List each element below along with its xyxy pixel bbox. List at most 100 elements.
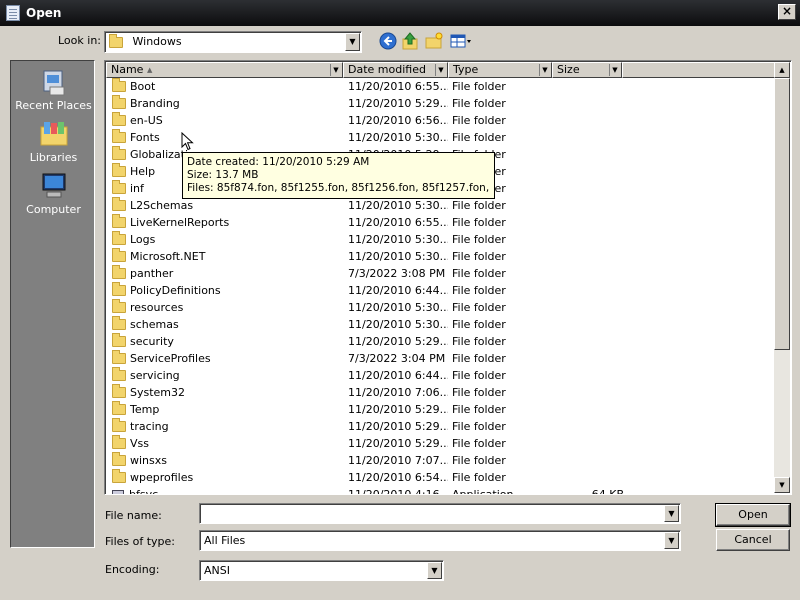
notepad-icon xyxy=(6,5,20,21)
encoding-dropdown[interactable]: ANSI ▼ xyxy=(199,560,444,581)
file-date-cell: 11/20/2010 5:29... xyxy=(348,403,448,416)
column-type-label: Type xyxy=(453,63,479,76)
sort-ascending-icon: ▲ xyxy=(147,66,153,74)
file-row[interactable]: Branding 11/20/2010 5:29... File folder xyxy=(106,95,776,112)
column-size[interactable]: Size ▼ xyxy=(552,62,622,78)
file-type-cell: File folder xyxy=(452,267,506,280)
file-date-cell: 11/20/2010 7:06... xyxy=(348,386,448,399)
file-list[interactable]: Name ▲ ▼ Date modified ▼ Type ▼ Size ▼ B… xyxy=(104,60,792,495)
folder-icon xyxy=(112,163,126,177)
file-type-cell: File folder xyxy=(452,301,506,314)
up-folder-icon[interactable] xyxy=(400,31,420,51)
file-row[interactable]: tracing 11/20/2010 5:29... File folder xyxy=(106,418,776,435)
scroll-up-button[interactable]: ▲ xyxy=(774,62,790,78)
file-name-input[interactable]: ▼ xyxy=(199,503,681,524)
file-row[interactable]: ServiceProfiles 7/3/2022 3:04 PM File fold… xyxy=(106,350,776,367)
column-name[interactable]: Name ▲ ▼ xyxy=(106,62,343,78)
files-of-type-dropdown[interactable]: All Files ▼ xyxy=(199,530,681,551)
file-row[interactable]: Logs 11/20/2010 5:30... File folder xyxy=(106,231,776,248)
file-row[interactable]: Fonts 11/20/2010 5:30... File folder xyxy=(106,129,776,146)
file-type-cell: File folder xyxy=(452,80,506,93)
file-name-text: Vss xyxy=(130,437,149,450)
file-name-text: Fonts xyxy=(130,131,160,144)
file-row[interactable]: panther 7/3/2022 3:08 PM File folder xyxy=(106,265,776,282)
file-row[interactable]: Microsoft.NET 11/20/2010 5:30... File fold… xyxy=(106,248,776,265)
chevron-down-icon[interactable]: ▼ xyxy=(345,33,360,51)
chevron-down-icon[interactable]: ▼ xyxy=(330,64,341,76)
folder-icon xyxy=(112,469,126,483)
file-name-text: L2Schemas xyxy=(130,199,194,212)
file-date-cell: 11/20/2010 5:30... xyxy=(348,250,448,263)
file-row[interactable]: wpeprofiles 11/20/2010 6:54... File folder xyxy=(106,469,776,486)
file-type-cell: File folder xyxy=(452,284,506,297)
file-name-text: en-US xyxy=(130,114,163,127)
chevron-down-icon[interactable]: ▼ xyxy=(427,562,442,579)
cancel-button[interactable]: Cancel xyxy=(716,529,790,551)
tooltip-files: Files: 85f874.fon, 85f1255.fon, 85f1256.… xyxy=(187,182,490,194)
file-row[interactable]: Temp 11/20/2010 5:29... File folder xyxy=(106,401,776,418)
place-label: Libraries xyxy=(29,151,78,164)
scroll-thumb[interactable] xyxy=(774,78,790,350)
chevron-down-icon[interactable]: ▼ xyxy=(664,505,679,522)
folder-icon xyxy=(112,180,126,194)
file-row[interactable]: PolicyDefinitions 11/20/2010 6:44... File … xyxy=(106,282,776,299)
column-filler xyxy=(622,62,776,78)
file-type-cell: File folder xyxy=(452,233,506,246)
file-type-cell: File folder xyxy=(452,131,506,144)
file-date-cell: 11/20/2010 6:54... xyxy=(348,471,448,484)
scroll-down-button[interactable]: ▼ xyxy=(774,477,790,493)
close-button[interactable]: × xyxy=(778,4,796,20)
back-icon[interactable] xyxy=(378,32,398,52)
file-row[interactable]: resources 11/20/2010 5:30... File folder xyxy=(106,299,776,316)
file-name-cell: resources xyxy=(112,299,347,316)
file-name-text: Boot xyxy=(130,80,156,93)
file-row[interactable]: System32 11/20/2010 7:06... File folder xyxy=(106,384,776,401)
chevron-down-icon[interactable]: ▼ xyxy=(609,64,620,76)
column-date-modified[interactable]: Date modified ▼ xyxy=(343,62,448,78)
file-row[interactable]: winsxs 11/20/2010 7:07... File folder xyxy=(106,452,776,469)
file-name-text: PolicyDefinitions xyxy=(130,284,221,297)
open-button[interactable]: Open xyxy=(715,503,791,527)
place-computer[interactable]: Computer xyxy=(11,171,96,216)
file-name-text: Branding xyxy=(130,97,180,110)
title-bar: Open × xyxy=(0,0,800,26)
place-label: Computer xyxy=(26,203,81,216)
file-date-cell: 11/20/2010 5:30... xyxy=(348,199,448,212)
folder-icon xyxy=(112,146,126,160)
file-row[interactable]: Vss 11/20/2010 5:29... File folder xyxy=(106,435,776,452)
file-name-cell: L2Schemas xyxy=(112,197,347,214)
new-folder-icon[interactable] xyxy=(424,31,444,51)
folder-icon xyxy=(112,231,126,245)
folder-icon xyxy=(112,78,126,92)
chevron-down-icon[interactable]: ▼ xyxy=(664,532,679,549)
file-row[interactable]: LiveKernelReports 11/20/2010 6:55... File … xyxy=(106,214,776,231)
column-header: Name ▲ ▼ Date modified ▼ Type ▼ Size ▼ xyxy=(106,62,776,78)
chevron-down-icon[interactable]: ▼ xyxy=(539,64,550,76)
file-type-cell: File folder xyxy=(452,454,506,467)
file-name-cell: Temp xyxy=(112,401,347,418)
file-date-cell: 11/20/2010 7:07... xyxy=(348,454,448,467)
file-row[interactable]: schemas 11/20/2010 5:30... File folder xyxy=(106,316,776,333)
look-in-dropdown[interactable]: Windows ▼ xyxy=(104,31,362,53)
folder-icon xyxy=(112,248,126,262)
file-name-cell: System32 xyxy=(112,384,347,401)
vertical-scrollbar[interactable]: ▲ ▼ xyxy=(774,62,790,493)
file-row[interactable]: Boot 11/20/2010 6:55... File folder xyxy=(106,78,776,95)
file-row[interactable]: en-US 11/20/2010 6:56... File folder xyxy=(106,112,776,129)
file-name-text: winsxs xyxy=(130,454,167,467)
file-row[interactable]: security 11/20/2010 5:29... File folder xyxy=(106,333,776,350)
column-type[interactable]: Type ▼ xyxy=(448,62,552,78)
file-row[interactable]: bfsvc 11/20/2010 4:16... Application 64 KB xyxy=(106,486,776,495)
chevron-down-icon[interactable]: ▼ xyxy=(435,64,446,76)
place-recent-places[interactable]: Recent Places xyxy=(11,67,96,112)
place-libraries[interactable]: Libraries xyxy=(11,119,96,164)
file-name-text: bfsvc xyxy=(129,488,159,495)
folder-icon xyxy=(112,282,126,296)
file-type-cell: File folder xyxy=(452,403,506,416)
file-row[interactable]: servicing 11/20/2010 6:44... File folder xyxy=(106,367,776,384)
file-name-text: ServiceProfiles xyxy=(130,352,211,365)
folder-icon xyxy=(112,435,126,449)
file-name-text: resources xyxy=(130,301,184,314)
file-row[interactable]: L2Schemas 11/20/2010 5:30... File folder xyxy=(106,197,776,214)
view-menu-icon[interactable] xyxy=(448,31,474,51)
